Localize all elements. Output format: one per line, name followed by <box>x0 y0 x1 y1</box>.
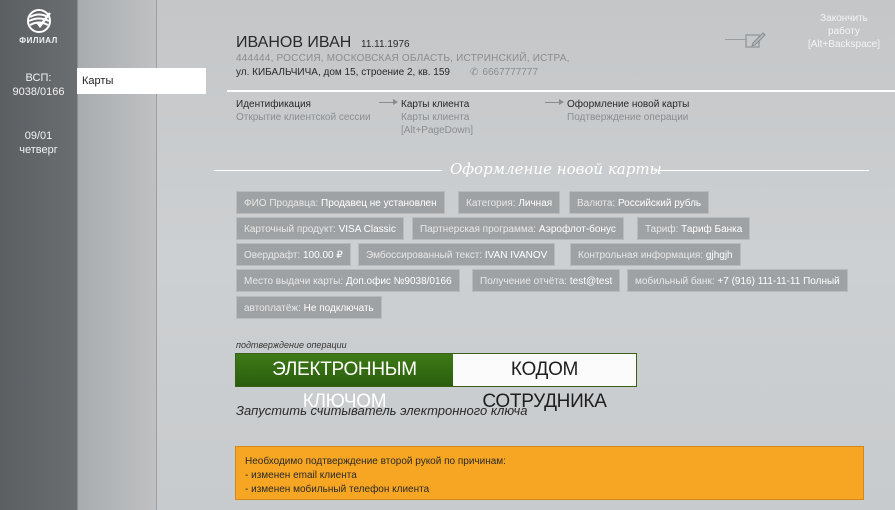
bank-logo-icon <box>26 9 51 33</box>
warning-item: - изменен мобильный телефон клиента <box>245 484 430 495</box>
arrow-right-icon <box>379 99 398 105</box>
detail-embossed-text: Эмбоссированный текст: IVAN IVANOV <box>358 243 556 266</box>
step-subtitle: Открытие клиентской сессии <box>236 112 371 123</box>
step-identification[interactable]: Идентификация Открытие клиентской сессии <box>236 98 386 124</box>
detail-label: автоплатёж: <box>244 303 301 314</box>
run-key-reader-link[interactable]: Запустить считыватель электронного ключа <box>236 403 527 418</box>
step-title: Идентификация <box>236 99 311 110</box>
arrow-right-icon <box>545 99 564 105</box>
warning-title: Необходимо подтверждение второй рукой по… <box>245 456 506 467</box>
detail-label: ФИО Продавца: <box>244 198 319 209</box>
header-divider <box>227 90 895 92</box>
detail-value: Не подключать <box>303 303 374 314</box>
detail-value: VISA Classic <box>338 224 396 235</box>
current-date: 09/01 четверг <box>0 129 77 157</box>
step-new-card: Оформление новой карты Подтверждение опе… <box>567 98 717 124</box>
detail-label: Контрольная информация: <box>578 250 704 261</box>
edit-pencil-icon[interactable] <box>744 31 766 54</box>
step-title: Карты клиента <box>401 99 470 110</box>
detail-label: Овердрафт: <box>244 250 301 261</box>
client-dob: 11.11.1976 <box>361 39 410 50</box>
vsp-label: ВСП: <box>25 72 52 84</box>
detail-label: Партнерская программа: <box>420 224 537 235</box>
date-value: 09/01 <box>24 130 53 142</box>
confirm-by-employee-button[interactable]: КОДОМ СОТРУДНИКА <box>453 354 636 412</box>
detail-issue-place: Место выдачи карты: Доп.офис №9038/0166 <box>236 269 460 292</box>
vsp-info: ВСП: 9038/0166 <box>0 71 77 99</box>
detail-value: test@test <box>569 276 613 287</box>
detail-value: Продавец не установлен <box>321 198 437 209</box>
detail-value: gjhgjh <box>705 250 733 261</box>
detail-value: Аэрофлот-бонус <box>538 224 616 235</box>
detail-seller: ФИО Продавца: Продавец не установлен <box>236 191 445 214</box>
section-divider-left <box>214 170 442 171</box>
finish-hotkey: [Alt+Backspace] <box>808 39 880 50</box>
detail-currency: Валюта: Российский рубль <box>569 191 710 214</box>
detail-control-info: Контрольная информация: gjhgjh <box>570 243 741 266</box>
finish-work-button[interactable]: Закончить работу [Alt+Backspace] <box>800 12 888 51</box>
detail-value: Доп.офис №9038/0166 <box>345 276 452 287</box>
detail-value: Российский рубль <box>617 198 702 209</box>
weekday-value: четверг <box>19 144 58 156</box>
confirm-label: подтверждение операции <box>236 340 347 350</box>
detail-tariff: Тариф: Тариф Банка <box>637 217 751 240</box>
detail-label: мобильный банк: <box>635 276 715 287</box>
section-title: Оформление новой карты <box>450 160 662 178</box>
detail-value: +7 (916) 111-11-11 Полный <box>717 276 840 287</box>
logo: ФИЛИАЛ <box>0 8 77 45</box>
detail-card-product: Карточный продукт: VISA Classic <box>236 217 404 240</box>
step-hotkey: [Alt+PageDown] <box>401 125 473 136</box>
detail-value: IVAN IVANOV <box>484 250 548 261</box>
step-client-cards[interactable]: Карты клиента Карты клиента [Alt+PageDow… <box>401 98 551 137</box>
detail-overdraft: Овердрафт: 100.00 ₽ <box>236 243 351 266</box>
step-subtitle: Карты клиента <box>401 112 470 123</box>
section-divider-right <box>654 170 869 171</box>
detail-mobile-bank: мобильный банк: +7 (916) 111-11-11 Полны… <box>627 269 848 292</box>
left-rail: ФИЛИАЛ ВСП: 9038/0166 09/01 четверг <box>0 0 77 510</box>
confirm-by-key-button[interactable]: ЭЛЕКТРОННЫМ КЛЮЧОМ <box>236 354 453 412</box>
finish-line1: Закончить <box>820 13 868 24</box>
confirm-method-toggle: ЭЛЕКТРОННЫМ КЛЮЧОМ КОДОМ СОТРУДНИКА <box>235 353 637 412</box>
detail-autopay: автоплатёж: Не подключать <box>236 296 382 319</box>
client-address-line2: ул. КИБАЛЬЧИЧА, дом 15, строение 2, кв. … <box>236 67 450 78</box>
detail-label: Валюта: <box>577 198 616 209</box>
detail-value: 100.00 ₽ <box>302 250 343 261</box>
step-subtitle: Подтверждение операции <box>567 112 689 123</box>
detail-label: Карточный продукт: <box>244 224 336 235</box>
second-hand-warning: Необходимо подтверждение второй рукой по… <box>235 446 864 500</box>
detail-label: Место выдачи карты: <box>244 276 344 287</box>
step-title: Оформление новой карты <box>567 99 690 110</box>
detail-label: Получение отчёта: <box>480 276 568 287</box>
warning-item: - изменен email клиента <box>245 470 357 481</box>
detail-value: Тариф Банка <box>681 224 743 235</box>
nav-item-cards[interactable]: Карты <box>77 68 206 94</box>
phone-icon: ✆ <box>470 67 479 78</box>
detail-category: Категория: Личная <box>458 191 561 214</box>
finish-line2: работу <box>828 26 860 37</box>
detail-partner-program: Партнерская программа: Аэрофлот-бонус <box>412 217 624 240</box>
detail-report: Получение отчёта: test@test <box>472 269 621 292</box>
client-name: ИВАНОВ ИВАН <box>236 34 352 51</box>
client-phone-value: 6667777777 <box>482 67 539 78</box>
client-phone: ✆ 6667777777 <box>470 67 538 78</box>
client-address-line1: 444444, РОССИЯ, МОСКОВСКАЯ ОБЛАСТЬ, ИСТР… <box>236 53 570 64</box>
detail-label: Тариф: <box>645 224 679 235</box>
vsp-value: 9038/0166 <box>12 86 65 98</box>
detail-label: Эмбоссированный текст: <box>366 250 483 261</box>
detail-label: Категория: <box>466 198 516 209</box>
logo-text: ФИЛИАЛ <box>19 36 58 45</box>
detail-value: Личная <box>518 198 553 209</box>
